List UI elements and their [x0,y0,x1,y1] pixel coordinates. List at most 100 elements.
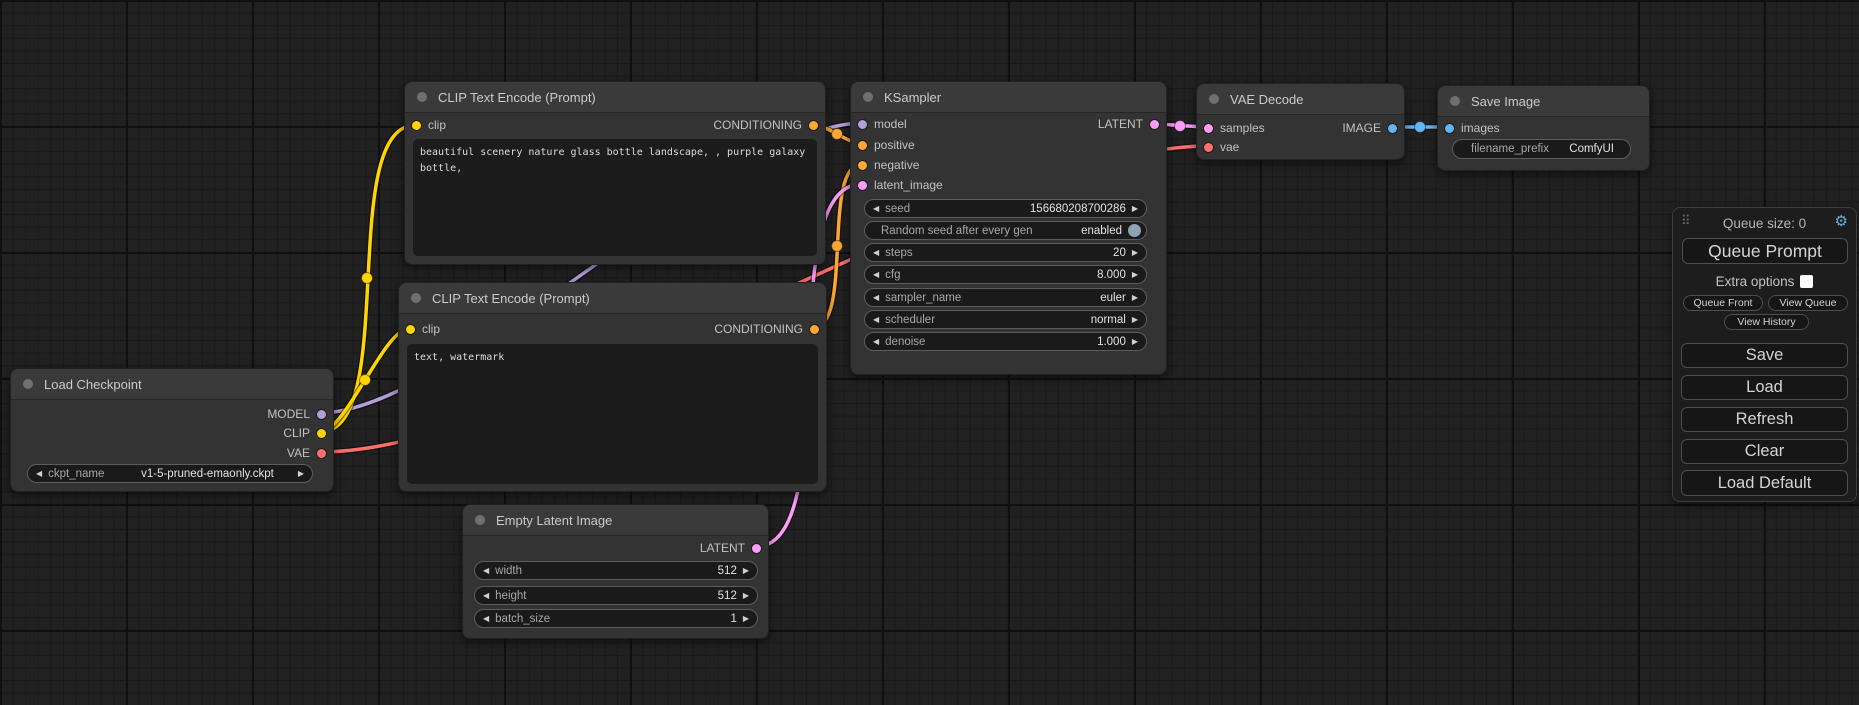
clip-input-port[interactable] [412,121,421,130]
positive-prompt-textarea[interactable]: beautiful scenery nature glass bottle la… [413,139,817,256]
node-clip-text-encode-positive[interactable]: CLIP Text Encode (Prompt) clip CONDITION… [404,81,826,265]
latent-output-port[interactable] [752,544,761,553]
collapse-dot-icon[interactable] [23,379,33,389]
sampler-name-widget[interactable]: ◀ sampler_name euler ▶ [864,288,1147,307]
queue-prompt-button[interactable]: Queue Prompt [1682,238,1848,264]
link-midpoint-dot-clip-to-negative-prompt[interactable] [360,375,371,386]
link-midpoint-dot-samples[interactable] [1175,121,1186,132]
collapse-dot-icon[interactable] [863,92,873,102]
node-title-bar[interactable]: CLIP Text Encode (Prompt) [405,82,825,113]
collapse-dot-icon[interactable] [411,293,421,303]
collapse-dot-icon[interactable] [1209,94,1219,104]
node-empty-latent-image[interactable]: Empty Latent Image LATENT ◀ width 512 ▶ … [462,504,769,639]
random-seed-toggle-widget[interactable]: Random seed after every gen enabled [864,221,1147,240]
node-title-bar[interactable]: Save Image [1438,86,1649,117]
model-input-port[interactable] [858,120,867,129]
widget-label: width [495,565,522,577]
extra-options-checkbox[interactable] [1800,275,1813,288]
steps-widget[interactable]: ◀ steps 20 ▶ [864,243,1147,262]
conditioning-output-port[interactable] [809,121,818,130]
decrement-arrow-icon[interactable]: ◀ [873,271,879,279]
negative-prompt-textarea[interactable]: text, watermark [407,344,818,484]
output-slot-vae: VAE [11,443,333,463]
input-slot-positive: positive [851,135,1166,155]
increment-arrow-icon[interactable]: ▶ [1132,316,1138,324]
latent-image-input-port[interactable] [858,181,867,190]
vae-input-port[interactable] [1204,143,1213,152]
input-label: clip [428,118,446,132]
collapse-dot-icon[interactable] [417,92,427,102]
scheduler-widget[interactable]: ◀ scheduler normal ▶ [864,310,1147,329]
node-load-checkpoint[interactable]: Load Checkpoint MODEL CLIP VAE ◀ ckpt_na… [10,368,334,492]
model-output-port[interactable] [317,410,326,419]
increment-arrow-icon[interactable]: ▶ [1132,205,1138,213]
link-midpoint-dot-positive-conditioning[interactable] [832,129,843,140]
node-title-bar[interactable]: KSampler [851,82,1166,113]
negative-input-port[interactable] [858,161,867,170]
cfg-widget[interactable]: ◀ cfg 8.000 ▶ [864,265,1147,284]
gear-icon[interactable]: ⚙ [1835,212,1848,230]
width-widget[interactable]: ◀ width 512 ▶ [474,561,758,580]
view-history-button[interactable]: View History [1724,314,1809,330]
toggle-dot-icon[interactable] [1128,224,1141,237]
node-title-bar[interactable]: VAE Decode [1197,84,1404,115]
decrement-arrow-icon[interactable]: ◀ [873,294,879,302]
increment-arrow-icon[interactable]: ▶ [743,567,749,575]
samples-input-port[interactable] [1204,124,1213,133]
load-default-button[interactable]: Load Default [1681,470,1848,496]
node-ksampler[interactable]: KSampler model LATENT positive negative … [850,81,1167,375]
collapse-dot-icon[interactable] [1450,96,1460,106]
node-title-bar[interactable]: Empty Latent Image [463,505,768,536]
widget-value: v1-5-pruned-emaonly.ckpt [141,468,274,480]
output-label: CLIP [283,426,310,440]
increment-arrow-icon[interactable]: ▶ [298,470,304,478]
decrement-arrow-icon[interactable]: ◀ [36,470,42,478]
images-input-port[interactable] [1445,124,1454,133]
node-title-bar[interactable]: CLIP Text Encode (Prompt) [399,283,826,314]
decrement-arrow-icon[interactable]: ◀ [873,249,879,257]
positive-input-port[interactable] [858,141,867,150]
input-slot-latent-image: latent_image [851,175,1166,195]
link-midpoint-dot-negative-conditioning[interactable] [832,241,843,252]
denoise-widget[interactable]: ◀ denoise 1.000 ▶ [864,332,1147,351]
decrement-arrow-icon[interactable]: ◀ [873,338,879,346]
refresh-button[interactable]: Refresh [1681,407,1848,432]
node-title-bar[interactable]: Load Checkpoint [11,369,333,400]
increment-arrow-icon[interactable]: ▶ [1132,271,1138,279]
increment-arrow-icon[interactable]: ▶ [1132,294,1138,302]
clip-input-port[interactable] [406,325,415,334]
save-button[interactable]: Save [1681,343,1848,368]
latent-output-port[interactable] [1150,120,1159,129]
seed-widget[interactable]: ◀ seed 156680208700286 ▶ [864,199,1147,218]
view-queue-button[interactable]: View Queue [1768,295,1848,311]
queue-menu-panel: ⠿ Queue size: 0 ⚙ Queue Prompt Extra opt… [1672,207,1857,502]
vae-output-port[interactable] [317,449,326,458]
decrement-arrow-icon[interactable]: ◀ [873,316,879,324]
input-label: vae [1220,140,1239,154]
increment-arrow-icon[interactable]: ▶ [1132,249,1138,257]
filename-prefix-widget[interactable]: filename_prefix ComfyUI [1452,139,1631,159]
load-button[interactable]: Load [1681,375,1848,400]
decrement-arrow-icon[interactable]: ◀ [483,615,489,623]
clip-output-port[interactable] [317,429,326,438]
link-midpoint-dot-clip-to-positive-prompt[interactable] [362,273,373,284]
conditioning-output-port[interactable] [810,325,819,334]
decrement-arrow-icon[interactable]: ◀ [483,567,489,575]
height-widget[interactable]: ◀ height 512 ▶ [474,586,758,605]
node-clip-text-encode-negative[interactable]: CLIP Text Encode (Prompt) clip CONDITION… [398,282,827,492]
ckpt-name-widget[interactable]: ◀ ckpt_name v1-5-pruned-emaonly.ckpt ▶ [27,464,313,483]
queue-front-button[interactable]: Queue Front [1683,295,1763,311]
batch-size-widget[interactable]: ◀ batch_size 1 ▶ [474,609,758,628]
node-save-image[interactable]: Save Image images filename_prefix ComfyU… [1437,85,1650,171]
increment-arrow-icon[interactable]: ▶ [743,592,749,600]
decrement-arrow-icon[interactable]: ◀ [483,592,489,600]
node-canvas[interactable]: Load Checkpoint MODEL CLIP VAE ◀ ckpt_na… [0,0,1859,705]
node-vae-decode[interactable]: VAE Decode samples IMAGE vae [1196,83,1405,160]
clear-button[interactable]: Clear [1681,439,1848,464]
increment-arrow-icon[interactable]: ▶ [1132,338,1138,346]
link-midpoint-dot-image[interactable] [1415,122,1426,133]
collapse-dot-icon[interactable] [475,515,485,525]
image-output-port[interactable] [1388,124,1397,133]
decrement-arrow-icon[interactable]: ◀ [873,205,879,213]
increment-arrow-icon[interactable]: ▶ [743,615,749,623]
